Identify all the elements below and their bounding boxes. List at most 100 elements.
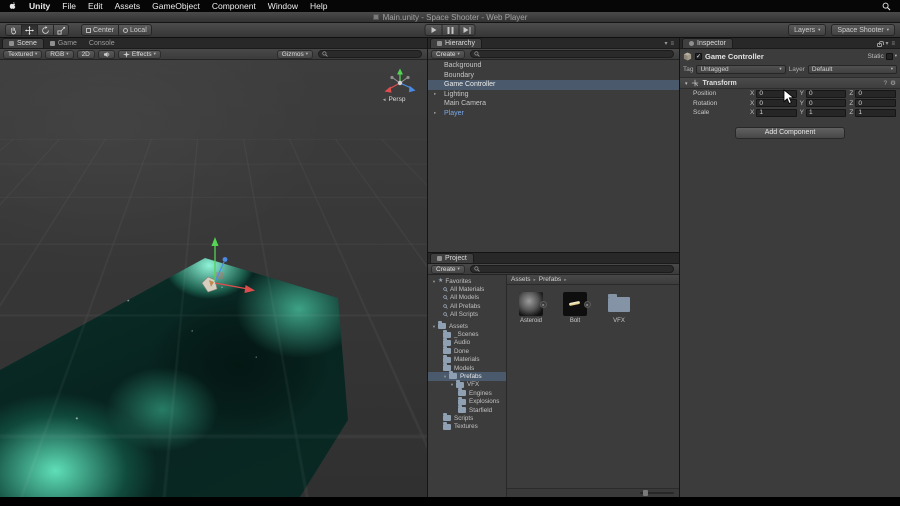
- prefab-expand-icon[interactable]: ▸: [540, 301, 547, 308]
- menu-component[interactable]: Component: [212, 0, 256, 12]
- breadcrumb-prefabs[interactable]: Prefabs: [539, 276, 561, 283]
- tree-folder-audio[interactable]: Audio: [428, 337, 506, 347]
- tree-folder-vfx[interactable]: ▼ VFX: [428, 379, 506, 389]
- tree-folder-textures[interactable]: Textures: [428, 421, 506, 431]
- scene-audio-toggle[interactable]: [97, 49, 115, 59]
- position-y-field[interactable]: 0: [806, 89, 847, 98]
- thumbnail-size-slider[interactable]: [640, 490, 674, 496]
- tree-favorites[interactable]: ▼ ★ Favorites: [428, 277, 506, 285]
- tree-all-models[interactable]: All Models: [428, 294, 506, 302]
- menu-edit[interactable]: Edit: [88, 0, 103, 12]
- hierarchy-item-boundary[interactable]: Boundary: [428, 71, 679, 81]
- tree-all-materials[interactable]: All Materials: [428, 285, 506, 293]
- apple-logo-icon[interactable]: [9, 1, 17, 11]
- tree-folder-done[interactable]: Done: [428, 346, 506, 355]
- tree-all-prefabs[interactable]: All Prefabs: [428, 302, 506, 310]
- panel-dropdown-icon[interactable]: ▾: [664, 40, 667, 47]
- translate-gizmo[interactable]: [168, 225, 268, 303]
- gear-icon[interactable]: ⚙: [890, 79, 896, 87]
- fold-open-icon[interactable]: ▼: [432, 324, 436, 329]
- static-checkbox[interactable]: [885, 53, 893, 60]
- tree-folder-engines[interactable]: Engines: [428, 388, 506, 397]
- gizmos-dropdown[interactable]: Gizmos ▾: [276, 49, 313, 59]
- help-icon[interactable]: ?: [884, 80, 888, 87]
- tab-inspector[interactable]: Inspector: [682, 38, 733, 48]
- project-search-field[interactable]: [469, 265, 674, 273]
- tab-scene[interactable]: Scene: [2, 38, 44, 48]
- slider-knob[interactable]: [643, 490, 648, 496]
- hierarchy-item-background[interactable]: Background: [428, 61, 679, 71]
- pivot-rotation-button[interactable]: Local: [118, 24, 152, 36]
- breadcrumb-assets[interactable]: Assets: [511, 276, 531, 283]
- render-channels-dropdown[interactable]: RGB ▾: [45, 49, 74, 59]
- tree-folder-scenes[interactable]: _Scenes: [428, 329, 506, 338]
- hierarchy-item-game-controller[interactable]: Game Controller: [428, 80, 679, 90]
- orientation-gizmo[interactable]: [378, 66, 422, 96]
- menu-unity[interactable]: Unity: [29, 0, 50, 12]
- effects-dropdown[interactable]: Effects ▾: [117, 49, 161, 59]
- project-search-input[interactable]: [481, 265, 670, 273]
- static-dropdown-icon[interactable]: ▾: [895, 54, 897, 59]
- panel-dropdown-icon[interactable]: ▾: [885, 40, 888, 47]
- tree-assets-root[interactable]: ▼ Assets: [428, 321, 506, 330]
- layer-dropdown[interactable]: Default ▾: [807, 64, 897, 74]
- rotation-z-field[interactable]: 0: [855, 99, 897, 108]
- persp-toggle[interactable]: ◄ Persp: [382, 96, 405, 103]
- scale-tool-button[interactable]: [53, 24, 69, 36]
- tab-console[interactable]: Console: [83, 38, 121, 48]
- tree-folder-models[interactable]: Models: [428, 363, 506, 372]
- step-button[interactable]: [458, 24, 476, 36]
- project-create-button[interactable]: Create ▾: [431, 264, 465, 274]
- expand-arrow-icon[interactable]: ▸: [434, 91, 436, 97]
- add-component-button[interactable]: Add Component: [735, 126, 845, 139]
- asset-bolt[interactable]: ▸ Bolt: [559, 292, 591, 324]
- lock-icon[interactable]: [877, 40, 884, 47]
- layout-dropdown[interactable]: Space Shooter ▾: [831, 24, 895, 36]
- hierarchy-search-input[interactable]: [481, 50, 670, 58]
- tree-folder-scripts[interactable]: Scripts: [428, 413, 506, 422]
- tree-folder-materials[interactable]: Materials: [428, 354, 506, 364]
- menu-help[interactable]: Help: [310, 0, 327, 12]
- active-checkbox[interactable]: ✓: [695, 53, 702, 60]
- fold-open-icon[interactable]: ▼: [443, 374, 447, 379]
- expand-arrow-icon[interactable]: ▸: [434, 110, 436, 116]
- scale-x-field[interactable]: 1: [756, 108, 797, 117]
- menu-window[interactable]: Window: [268, 0, 298, 12]
- panel-menu-icon[interactable]: ≡: [891, 41, 895, 47]
- tree-folder-prefabs[interactable]: ▼ Prefabs: [428, 371, 506, 381]
- scene-viewport[interactable]: ◄ Persp: [0, 60, 427, 497]
- tree-all-scripts[interactable]: All Scripts: [428, 311, 506, 319]
- tab-hierarchy[interactable]: Hierarchy: [430, 38, 482, 48]
- panel-menu-icon[interactable]: ≡: [670, 41, 674, 47]
- scene-search-field[interactable]: [318, 50, 422, 58]
- pause-button[interactable]: [441, 24, 459, 36]
- transform-component-header[interactable]: ▼ Transform ? ⚙: [680, 78, 900, 89]
- position-z-field[interactable]: 0: [855, 89, 897, 98]
- menu-gameobject[interactable]: GameObject: [152, 0, 200, 12]
- menu-assets[interactable]: Assets: [115, 0, 141, 12]
- scale-z-field[interactable]: 1: [855, 108, 897, 117]
- spotlight-search-icon[interactable]: [882, 2, 891, 11]
- hierarchy-item-player[interactable]: ▸ Player: [428, 109, 679, 119]
- gameobject-name-field[interactable]: Game Controller: [705, 52, 764, 61]
- move-tool-button[interactable]: [21, 24, 37, 36]
- tree-folder-explosions[interactable]: Explosions: [428, 396, 506, 405]
- tree-folder-starfield[interactable]: Starfield: [428, 405, 506, 414]
- tag-dropdown[interactable]: Untagged ▾: [696, 64, 786, 74]
- tab-project[interactable]: Project: [430, 253, 474, 263]
- menu-file[interactable]: File: [62, 0, 76, 12]
- render-mode-dropdown[interactable]: Textured ▾: [3, 49, 43, 59]
- rotate-tool-button[interactable]: [37, 24, 53, 36]
- hierarchy-item-main-camera[interactable]: Main Camera: [428, 99, 679, 109]
- pan-tool-button[interactable]: [5, 24, 21, 36]
- hierarchy-create-button[interactable]: Create ▾: [431, 49, 465, 59]
- prefab-expand-icon[interactable]: ▸: [584, 301, 591, 308]
- pivot-mode-button[interactable]: Center: [81, 24, 119, 36]
- layers-dropdown[interactable]: Layers ▾: [788, 24, 827, 36]
- rotation-x-field[interactable]: 0: [756, 99, 797, 108]
- hierarchy-item-lighting[interactable]: ▸ Lighting: [428, 90, 679, 100]
- asset-vfx-folder[interactable]: VFX: [603, 292, 635, 324]
- asset-asteroid[interactable]: ▸ Asteroid: [515, 292, 547, 324]
- scale-y-field[interactable]: 1: [806, 108, 847, 117]
- fold-open-icon[interactable]: ▼: [450, 382, 454, 387]
